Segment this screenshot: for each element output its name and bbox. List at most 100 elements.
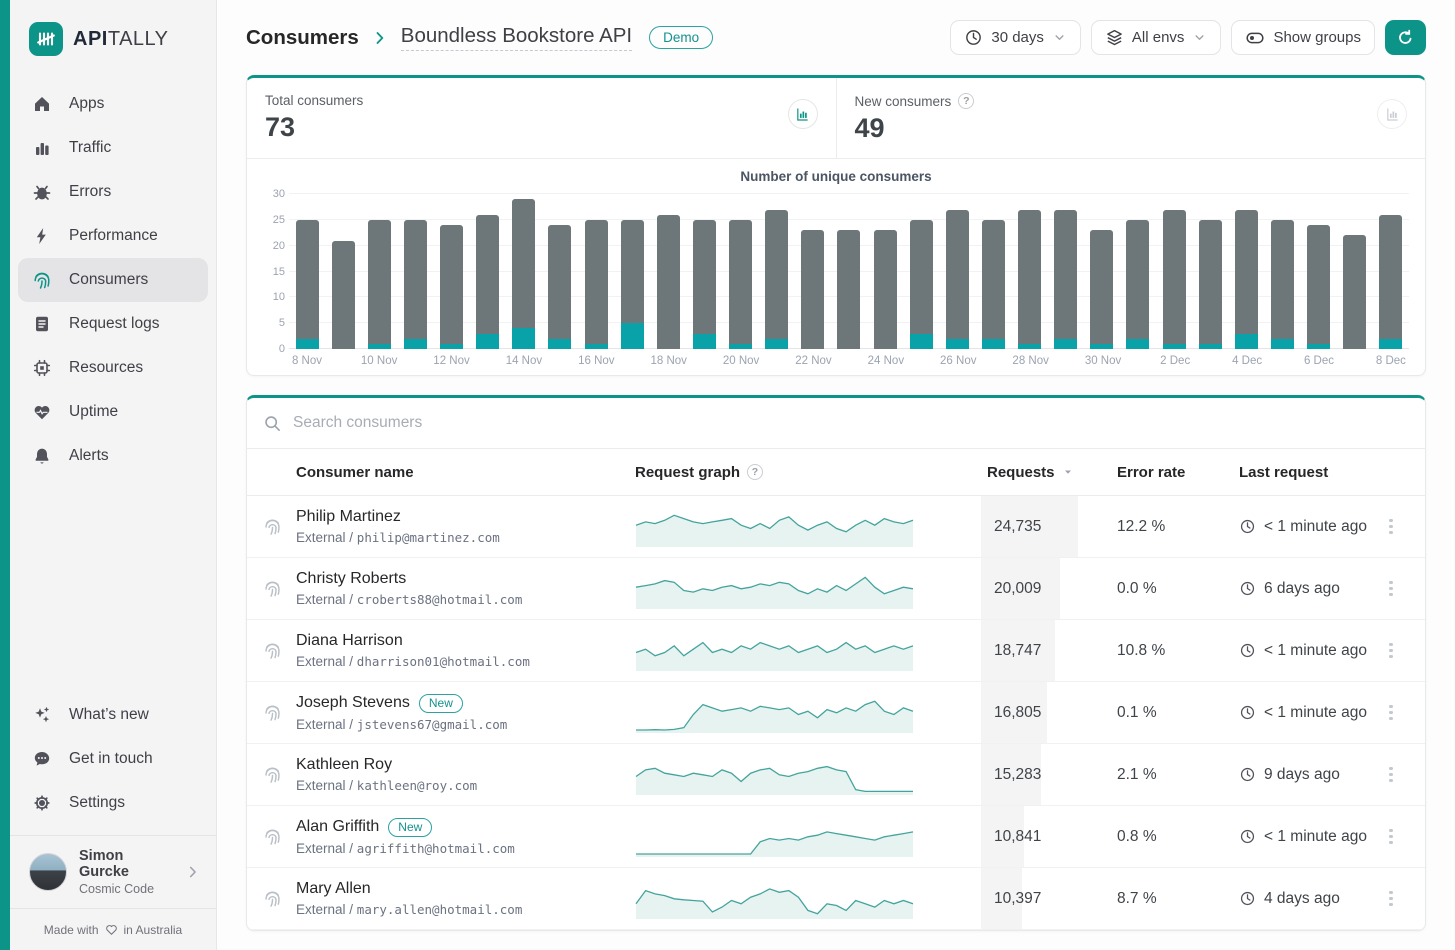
stat-total-consumers: Total consumers 73 [247,78,837,158]
chart-bar[interactable] [1048,194,1084,349]
sidebar-item-traffic[interactable]: Traffic [18,126,208,170]
x-tick-label: 26 Nov [940,355,977,367]
bar-new-segment [1126,338,1150,349]
column-consumer-name[interactable]: Consumer name [296,464,635,481]
chart-bar[interactable] [1012,194,1048,349]
toggle-new-chart-button[interactable] [1377,99,1407,129]
row-menu-button[interactable] [1373,513,1409,541]
sidebar-item-errors[interactable]: Errors [18,170,208,214]
logo[interactable]: APITALLY [10,0,216,74]
search-input[interactable] [293,414,1409,432]
bar-returning-segment [1343,235,1367,349]
chart-bar[interactable] [650,194,686,349]
chart-bar[interactable] [1084,194,1120,349]
bar-returning-segment [440,225,464,344]
help-icon[interactable]: ? [958,93,975,109]
row-menu-button[interactable] [1373,575,1409,603]
sidebar-item-alerts[interactable]: Alerts [18,434,208,478]
clock-icon [964,28,983,47]
consumer-row[interactable]: Christy Roberts External / croberts88@ho… [247,558,1425,620]
help-icon[interactable]: ? [747,464,764,480]
chart-bar[interactable] [686,194,722,349]
sidebar-item-whats-new[interactable]: What’s new [18,693,208,737]
sidebar-item-apps[interactable]: Apps [18,82,208,126]
toggle-total-chart-button[interactable] [787,99,818,129]
x-tick-label [1193,355,1229,367]
chart-bar[interactable] [867,194,903,349]
row-menu-button[interactable] [1373,761,1409,789]
chart-bar[interactable] [542,194,578,349]
row-menu-button[interactable] [1373,823,1409,851]
chart-bar[interactable] [723,194,759,349]
chart-bar[interactable] [1264,194,1300,349]
sidebar-item-consumers[interactable]: Consumers [18,258,208,302]
consumer-row[interactable]: Diana Harrison External / dharrison01@ho… [247,620,1425,682]
chart-bar[interactable] [1120,194,1156,349]
row-menu-button[interactable] [1373,637,1409,665]
chart-bar[interactable] [470,194,506,349]
chart-bar[interactable] [1373,194,1409,349]
apitally-logo-icon [29,22,63,56]
user-menu[interactable]: Simon Gurcke Cosmic Code [10,836,216,908]
consumer-row[interactable]: Kathleen Roy External / kathleen@roy.com… [247,744,1425,806]
chart-bar[interactable] [578,194,614,349]
sidebar-item-label: Settings [69,794,126,811]
row-menu-button[interactable] [1373,885,1409,913]
bug-icon [32,182,52,202]
chart-bar[interactable] [1228,194,1264,349]
avatar [29,853,67,891]
x-tick-label: 16 Nov [578,355,615,367]
chart-bar[interactable] [506,194,542,349]
bar-new-segment [367,343,391,349]
sidebar-item-performance[interactable]: Performance [18,214,208,258]
chart-bar[interactable] [903,194,939,349]
chart-bar[interactable] [939,194,975,349]
column-error-rate[interactable]: Error rate [1117,464,1239,481]
chart-bar[interactable] [1337,194,1373,349]
chart-bar[interactable] [831,194,867,349]
column-requests[interactable]: Requests [987,464,1117,481]
sidebar-item-label: Consumers [69,271,149,288]
chart-bar[interactable] [614,194,650,349]
env-select[interactable]: All envs [1090,20,1222,55]
gear-icon [32,793,52,813]
chart-bar[interactable] [361,194,397,349]
column-last-request[interactable]: Last request [1239,464,1373,481]
chart-bar[interactable] [434,194,470,349]
consumer-row[interactable]: Philip Martinez External / philip@martin… [247,496,1425,558]
chart-bar[interactable] [759,194,795,349]
error-rate: 12.2 % [1117,517,1166,535]
row-menu-button[interactable] [1373,699,1409,727]
consumer-detail: External / dharrison01@hotmail.com [296,654,530,669]
sidebar-item-request-logs[interactable]: Request logs [18,302,208,346]
user-org: Cosmic Code [79,882,155,896]
consumer-detail: External / croberts88@hotmail.com [296,592,523,607]
sidebar-item-resources[interactable]: Resources [18,346,208,390]
consumer-detail: External / kathleen@roy.com [296,778,478,793]
show-groups-button[interactable]: Show groups [1231,20,1375,55]
refresh-button[interactable] [1385,20,1426,55]
chart-bar[interactable] [397,194,433,349]
column-request-graph[interactable]: Request graph? [635,464,987,481]
chart-bar[interactable] [1192,194,1228,349]
breadcrumb-section[interactable]: Consumers [246,26,359,50]
bar-returning-segment [476,214,500,334]
breadcrumb-app-name[interactable]: Boundless Bookstore API [400,24,633,51]
x-tick-label [1337,355,1373,367]
chart-bar[interactable] [795,194,831,349]
sidebar-item-settings[interactable]: Settings [18,781,208,825]
chart-bar[interactable] [289,194,325,349]
chart-bar[interactable] [975,194,1011,349]
consumer-row[interactable]: Joseph Stevens New External / jstevens67@… [247,682,1425,744]
chart-bar[interactable] [1301,194,1337,349]
period-select[interactable]: 30 days [950,20,1081,55]
chart-bar[interactable] [325,194,361,349]
sidebar-item-label: Performance [69,227,158,244]
sidebar-item-uptime[interactable]: Uptime [18,390,208,434]
period-label: 30 days [991,29,1044,46]
chart-bar[interactable] [1156,194,1192,349]
sidebar-item-get-in-touch[interactable]: Get in touch [18,737,208,781]
consumer-row[interactable]: Alan Griffith New External / agriffith@ho… [247,806,1425,868]
consumer-row[interactable]: Mary Allen External / mary.allen@hotmail… [247,868,1425,930]
x-tick-label [397,355,433,367]
